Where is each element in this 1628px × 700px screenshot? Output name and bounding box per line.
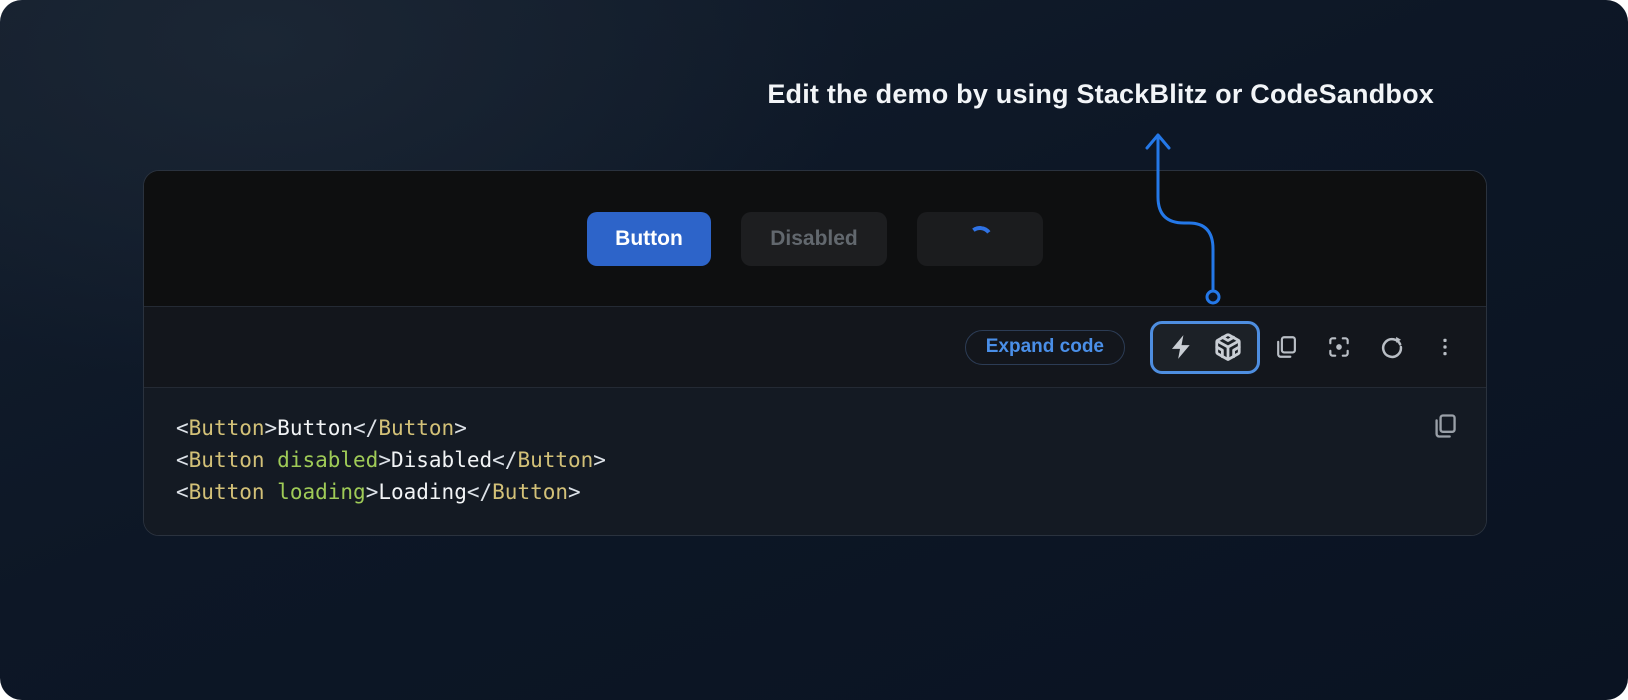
demo-toolbar: Expand code bbox=[144, 306, 1486, 387]
codesandbox-button[interactable] bbox=[1212, 328, 1244, 366]
loading-button[interactable] bbox=[917, 212, 1043, 266]
standalone-view-button[interactable] bbox=[1320, 328, 1358, 366]
stackblitz-button[interactable] bbox=[1166, 328, 1198, 366]
refresh-icon bbox=[1379, 334, 1405, 360]
codesandbox-icon bbox=[1213, 332, 1243, 362]
disabled-button: Disabled bbox=[741, 212, 887, 266]
more-actions-button[interactable] bbox=[1426, 328, 1464, 366]
code-section: <Button>Button</Button><Button disabled>… bbox=[144, 387, 1486, 535]
copy-code-button[interactable] bbox=[1267, 328, 1305, 366]
demo-preview-area: Button Disabled bbox=[144, 171, 1486, 306]
primary-button-label: Button bbox=[615, 227, 683, 251]
annotation-text: Edit the demo by using StackBlitz or Cod… bbox=[767, 79, 1434, 110]
refresh-demo-button[interactable] bbox=[1373, 328, 1411, 366]
edit-online-group bbox=[1150, 321, 1260, 374]
code-block: <Button>Button</Button><Button disabled>… bbox=[176, 412, 1454, 508]
page-background: Edit the demo by using StackBlitz or Cod… bbox=[0, 0, 1628, 700]
disabled-button-label: Disabled bbox=[770, 227, 858, 251]
code-line: <Button loading>Loading</Button> bbox=[176, 476, 1454, 508]
primary-button[interactable]: Button bbox=[587, 212, 711, 266]
copy-icon bbox=[1431, 412, 1459, 443]
scan-focus-icon bbox=[1326, 334, 1352, 360]
code-copy-button[interactable] bbox=[1428, 410, 1462, 444]
code-line: <Button>Button</Button> bbox=[176, 412, 1454, 444]
expand-code-button[interactable]: Expand code bbox=[965, 330, 1125, 365]
loading-spinner-icon bbox=[965, 224, 994, 253]
demo-card: Button Disabled Expand code bbox=[143, 170, 1487, 536]
kebab-dots-icon bbox=[1433, 335, 1457, 359]
copy-icon bbox=[1273, 334, 1299, 360]
code-line: <Button disabled>Disabled</Button> bbox=[176, 444, 1454, 476]
stackblitz-icon bbox=[1168, 333, 1196, 361]
